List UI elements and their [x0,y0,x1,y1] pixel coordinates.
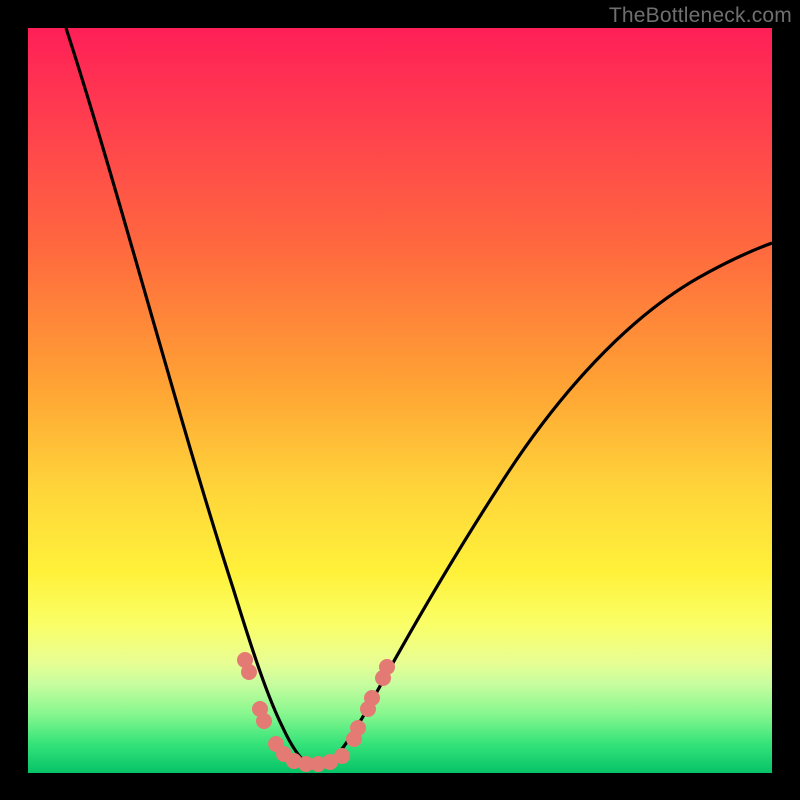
curve-svg [28,28,772,773]
bottleneck-curve-path [66,28,772,767]
plot-area [28,28,772,773]
chart-frame: TheBottleneck.com [0,0,800,800]
watermark-text: TheBottleneck.com [609,4,792,28]
